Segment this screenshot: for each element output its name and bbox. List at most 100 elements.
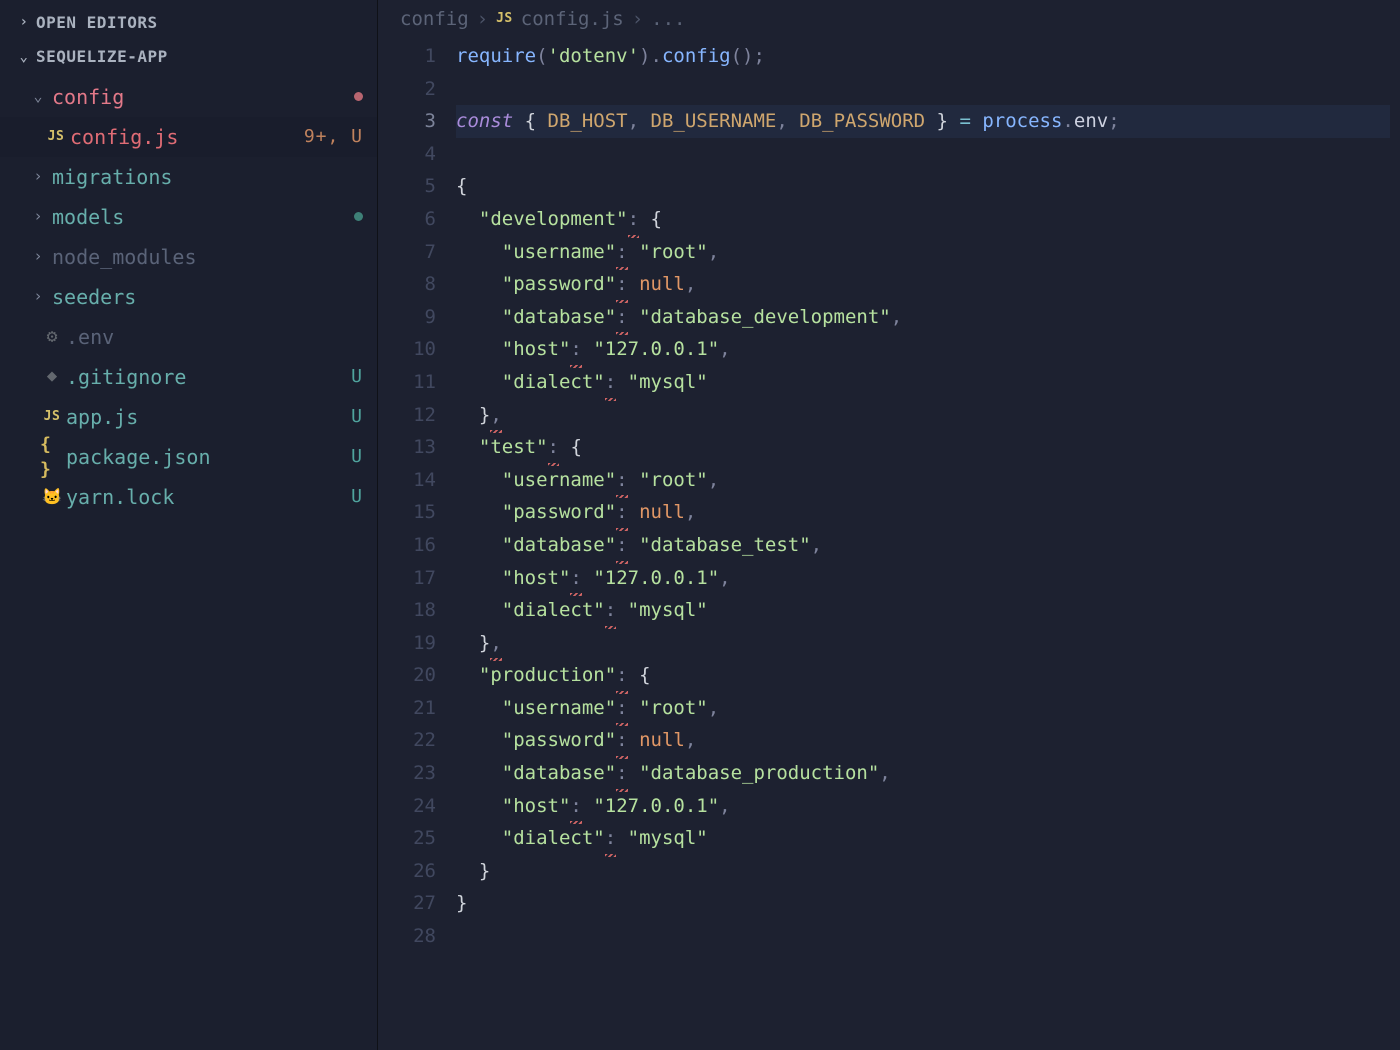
line-number: 6 <box>378 203 436 236</box>
code-line[interactable]: }, <box>456 627 1390 660</box>
code-line[interactable]: } <box>456 855 1390 888</box>
code-line[interactable]: "database": "database_production", <box>456 757 1390 790</box>
code-line[interactable]: "password": null, <box>456 268 1390 301</box>
git-status: 9+, U <box>304 124 363 149</box>
tree-item-config[interactable]: ⌄config <box>0 77 377 117</box>
error-squiggle: , <box>490 627 501 660</box>
git-status: U <box>351 444 363 469</box>
line-gutter: 1234567891011121314151617181920212223242… <box>378 40 456 1050</box>
code-line[interactable]: "password": null, <box>456 496 1390 529</box>
code-line[interactable]: { <box>456 170 1390 203</box>
line-number: 26 <box>378 855 436 888</box>
error-squiggle: : <box>570 333 581 366</box>
code-line[interactable]: "production": { <box>456 659 1390 692</box>
code-line[interactable]: "dialect": "mysql" <box>456 594 1390 627</box>
tree-item-label: app.js <box>64 403 351 431</box>
project-label: SEQUELIZE-APP <box>36 46 168 68</box>
breadcrumb-folder[interactable]: config <box>400 6 469 33</box>
tree-item-label: yarn.lock <box>64 483 351 511</box>
tree-item-label: migrations <box>50 163 363 191</box>
error-squiggle: : <box>616 757 627 790</box>
line-number: 22 <box>378 724 436 757</box>
tree-item-yarn-lock[interactable]: ›🐱yarn.lockU <box>0 477 377 517</box>
code-line[interactable]: const { DB_HOST, DB_USERNAME, DB_PASSWOR… <box>456 105 1390 138</box>
chevron-right-icon: › <box>16 13 32 33</box>
open-editors-header[interactable]: › OPEN EDITORS <box>0 6 377 40</box>
code-line[interactable]: "password": null, <box>456 724 1390 757</box>
tree-item-config-js[interactable]: JSconfig.js9+, U <box>0 117 377 157</box>
code-line[interactable]: }, <box>456 399 1390 432</box>
line-number: 25 <box>378 822 436 855</box>
yarn-icon: 🐱 <box>40 486 64 508</box>
file-tree: ⌄configJSconfig.js9+, U›migrations›model… <box>0 75 377 517</box>
code-line[interactable]: "host": "127.0.0.1", <box>456 333 1390 366</box>
error-squiggle: : <box>570 790 581 823</box>
chevron-right-icon: › <box>30 246 46 267</box>
code-content[interactable]: require('dotenv').config(); const { DB_H… <box>456 40 1400 1050</box>
code-line[interactable]: "username": "root", <box>456 464 1390 497</box>
tree-item-migrations[interactable]: ›migrations <box>0 157 377 197</box>
tree-item-node-modules[interactable]: ›node_modules <box>0 237 377 277</box>
line-number: 18 <box>378 594 436 627</box>
git-status: U <box>351 484 363 509</box>
code-line[interactable]: "test": { <box>456 431 1390 464</box>
project-header[interactable]: ⌄ SEQUELIZE-APP <box>0 40 377 74</box>
code-line[interactable] <box>456 920 1390 953</box>
line-number: 12 <box>378 399 436 432</box>
breadcrumb-symbol[interactable]: ... <box>651 6 685 33</box>
line-number: 4 <box>378 138 436 171</box>
error-squiggle: : <box>548 431 559 464</box>
breadcrumb[interactable]: config › JS config.js › ... <box>378 0 1400 38</box>
tree-item-label: models <box>50 203 354 231</box>
editor-area: config › JS config.js › ... 123456789101… <box>378 0 1400 1050</box>
code-line[interactable]: "username": "root", <box>456 236 1390 269</box>
code-line[interactable]: "dialect": "mysql" <box>456 366 1390 399</box>
line-number: 7 <box>378 236 436 269</box>
code-editor[interactable]: 1234567891011121314151617181920212223242… <box>378 38 1400 1050</box>
error-squiggle: : <box>616 659 627 692</box>
js-icon: JS <box>44 128 68 146</box>
chevron-right-icon: › <box>632 6 643 33</box>
line-number: 15 <box>378 496 436 529</box>
error-squiggle: , <box>490 399 501 432</box>
line-number: 16 <box>378 529 436 562</box>
line-number: 14 <box>378 464 436 497</box>
tree-item-models[interactable]: ›models <box>0 197 377 237</box>
code-line[interactable]: "development": { <box>456 203 1390 236</box>
tree-item-label: package.json <box>64 443 351 471</box>
tree-item--gitignore[interactable]: ›◆.gitignoreU <box>0 357 377 397</box>
error-squiggle: : <box>605 822 616 855</box>
code-line[interactable]: "dialect": "mysql" <box>456 822 1390 855</box>
tree-item--env[interactable]: ›⚙.env <box>0 317 377 357</box>
code-line[interactable]: "username": "root", <box>456 692 1390 725</box>
code-line[interactable]: "database": "database_development", <box>456 301 1390 334</box>
line-number: 3 <box>378 105 436 138</box>
code-line[interactable] <box>456 73 1390 106</box>
code-line[interactable]: "database": "database_test", <box>456 529 1390 562</box>
open-editors-label: OPEN EDITORS <box>36 12 158 34</box>
code-line[interactable]: "host": "127.0.0.1", <box>456 790 1390 823</box>
breadcrumb-file[interactable]: config.js <box>521 6 624 33</box>
code-line[interactable]: } <box>456 887 1390 920</box>
modified-dot-icon <box>354 92 363 101</box>
chevron-right-icon: › <box>30 166 46 187</box>
js-icon: JS <box>40 408 64 426</box>
line-number: 13 <box>378 431 436 464</box>
line-number: 21 <box>378 692 436 725</box>
code-line[interactable] <box>456 138 1390 171</box>
chevron-right-icon: › <box>30 286 46 307</box>
tree-item-seeders[interactable]: ›seeders <box>0 277 377 317</box>
code-line[interactable]: require('dotenv').config(); <box>456 40 1390 73</box>
tree-item-label: config.js <box>68 123 304 151</box>
line-number: 2 <box>378 73 436 106</box>
line-number: 28 <box>378 920 436 953</box>
code-line[interactable]: "host": "127.0.0.1", <box>456 562 1390 595</box>
git-icon: ◆ <box>40 365 64 389</box>
error-squiggle: : <box>605 594 616 627</box>
line-number: 9 <box>378 301 436 334</box>
sidebar: › OPEN EDITORS ⌄ SEQUELIZE-APP ⌄configJS… <box>0 0 378 1050</box>
line-number: 11 <box>378 366 436 399</box>
tree-item-package-json[interactable]: ›{ }package.jsonU <box>0 437 377 477</box>
line-number: 27 <box>378 887 436 920</box>
error-squiggle: : <box>616 268 627 301</box>
